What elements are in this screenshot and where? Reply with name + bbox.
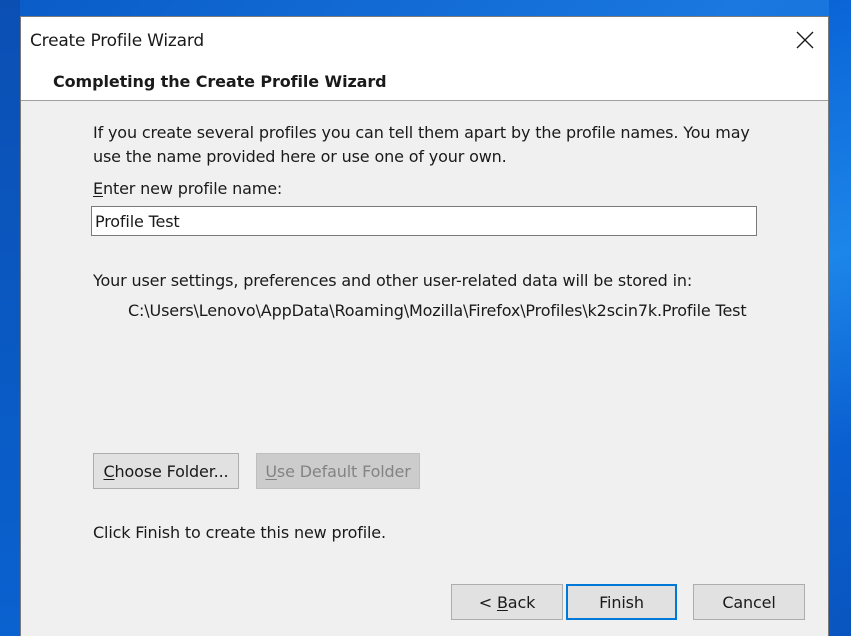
- close-icon: [796, 31, 814, 49]
- profile-name-label-mnemonic: E: [93, 179, 103, 198]
- back-button[interactable]: < Back: [451, 584, 563, 620]
- choose-folder-label: hoose Folder...: [114, 461, 229, 481]
- finish-instruction: Click Finish to create this new profile.: [93, 523, 386, 542]
- choose-folder-button[interactable]: Choose Folder...: [93, 453, 239, 489]
- desktop-background-right: [829, 0, 851, 636]
- desktop-background-left: [0, 0, 20, 636]
- window-title: Create Profile Wizard: [30, 31, 204, 51]
- use-default-label: se Default Folder: [276, 461, 411, 481]
- cancel-button[interactable]: Cancel: [693, 584, 805, 620]
- use-default-mnemonic: U: [265, 461, 277, 481]
- wizard-header-title: Completing the Create Profile Wizard: [53, 72, 387, 91]
- close-button[interactable]: [782, 17, 828, 63]
- back-mnemonic: B: [496, 592, 508, 612]
- create-profile-wizard-window: Create Profile Wizard Completing the Cre…: [20, 16, 829, 636]
- back-label: ack: [507, 592, 536, 612]
- profile-description: If you create several profiles you can t…: [93, 123, 750, 166]
- storage-location-label: Your user settings, preferences and othe…: [93, 271, 693, 290]
- choose-folder-mnemonic: C: [103, 461, 115, 481]
- profile-name-input[interactable]: [91, 206, 757, 236]
- title-bar[interactable]: Create Profile Wizard: [21, 17, 828, 63]
- finish-button[interactable]: Finish: [566, 584, 677, 620]
- storage-path: C:\Users\Lenovo\AppData\Roaming\Mozilla\…: [128, 301, 747, 320]
- use-default-folder-button[interactable]: Use Default Folder: [256, 453, 420, 489]
- profile-name-label-text: nter new profile name:: [102, 179, 283, 198]
- back-prefix: <: [478, 592, 497, 612]
- wizard-header: Completing the Create Profile Wizard: [21, 63, 828, 101]
- profile-name-label: Enter new profile name:: [93, 177, 282, 201]
